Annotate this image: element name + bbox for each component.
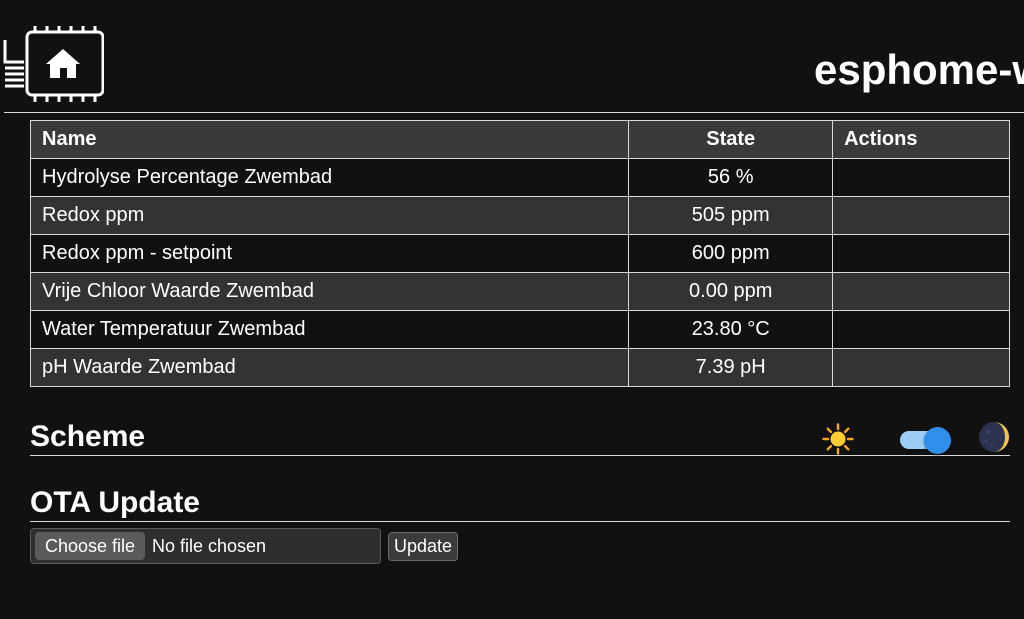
entity-name: Water Temperatuur Zwembad: [29, 310, 630, 349]
table-row: Vrije Chloor Waarde Zwembad 0.00 ppm: [29, 272, 1010, 311]
entity-state: 56 %: [628, 158, 834, 197]
entity-actions: [832, 196, 1010, 235]
scheme-divider: [30, 455, 1010, 456]
entity-table: Name State Actions Hydrolyse Percentage …: [29, 120, 1010, 387]
entity-name: Redox ppm - setpoint: [29, 234, 630, 273]
page-title: esphome-w: [814, 46, 1024, 93]
page: esphome-w Name State Actions Hydrolyse P…: [0, 0, 1024, 619]
update-button[interactable]: Update: [388, 532, 459, 561]
entity-state: 23.80 °C: [628, 310, 834, 349]
choose-file-button[interactable]: Choose file: [35, 532, 146, 560]
entity-actions: [832, 348, 1010, 387]
table-row: Redox ppm - setpoint 600 ppm: [29, 234, 1010, 273]
file-status-text: No file chosen: [152, 536, 267, 556]
table-row: Redox ppm 505 ppm: [29, 196, 1010, 235]
column-header-actions: Actions: [832, 120, 1010, 159]
entity-name: Redox ppm: [29, 196, 630, 235]
ota-heading: OTA Update: [30, 486, 200, 519]
entity-actions: [832, 158, 1010, 197]
header-divider: [4, 112, 1024, 113]
column-header-state: State: [628, 120, 834, 159]
table-row: Hydrolyse Percentage Zwembad 56 %: [29, 158, 1010, 197]
esphome-home-chip-icon: [3, 26, 104, 102]
entity-actions: [832, 272, 1010, 311]
scheme-heading: Scheme: [30, 420, 146, 453]
entity-actions: [832, 234, 1010, 273]
entity-state: 505 ppm: [628, 196, 834, 235]
table-row: pH Waarde Zwembad 7.39 pH: [29, 348, 1010, 387]
firmware-file-input[interactable]: Choose file No file chosen: [30, 528, 381, 564]
table-header-row: Name State Actions: [29, 120, 1010, 159]
entity-actions: [832, 310, 1010, 349]
sun-icon[interactable]: [822, 423, 854, 455]
entity-state: 600 ppm: [628, 234, 834, 273]
entity-state: 7.39 pH: [628, 348, 834, 387]
scheme-toggle[interactable]: [924, 427, 951, 454]
entity-name: Hydrolyse Percentage Zwembad: [29, 158, 630, 197]
entity-name: pH Waarde Zwembad: [29, 348, 630, 387]
entity-state: 0.00 ppm: [628, 272, 834, 311]
column-header-name: Name: [29, 120, 630, 159]
table-row: Water Temperatuur Zwembad 23.80 °C: [29, 310, 1010, 349]
header: esphome-w: [0, 0, 1024, 114]
moon-icon[interactable]: [976, 420, 1012, 454]
entity-name: Vrije Chloor Waarde Zwembad: [29, 272, 630, 311]
ota-divider: [30, 521, 1010, 522]
